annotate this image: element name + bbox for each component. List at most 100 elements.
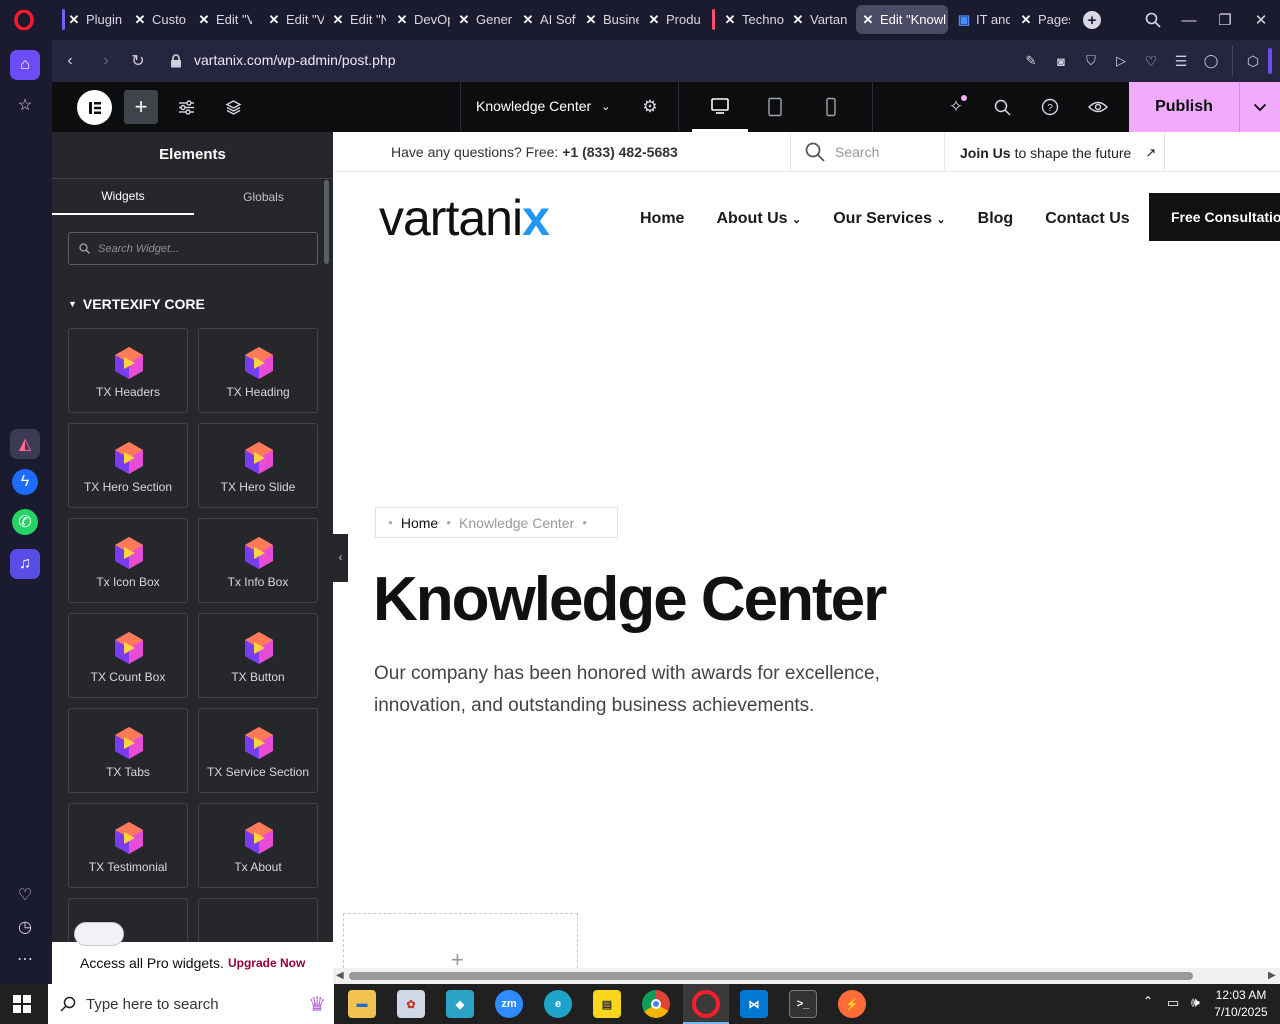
browser-tab[interactable]: ✕ Gener (452, 5, 512, 34)
widget-card[interactable]: TX Testimonial (68, 803, 188, 888)
mobile-view-icon[interactable] (819, 95, 843, 119)
extensions-cube-icon[interactable]: ⬡ (1241, 49, 1265, 73)
nav-about[interactable]: About Us ⌄ (716, 210, 801, 228)
panel-scrollbar[interactable] (324, 180, 329, 264)
site-search[interactable]: Search (805, 142, 879, 162)
notifications-rocket-icon[interactable]: ✧ (944, 95, 968, 119)
browser-tab[interactable]: ✕ Produ (642, 5, 704, 34)
structure-layers-icon[interactable] (221, 95, 245, 119)
music-player-icon[interactable]: ♫ (10, 549, 40, 579)
terminal-icon[interactable]: >_ (789, 990, 817, 1018)
start-button[interactable] (12, 994, 32, 1014)
sticky-notes-icon[interactable]: ▤ (593, 990, 621, 1018)
volume-icon[interactable]: 🕪 (1191, 994, 1200, 1011)
nav-contact[interactable]: Contact Us (1045, 210, 1129, 228)
tray-chevron-up-icon[interactable]: ⌃ (1143, 994, 1153, 1008)
nav-services[interactable]: Our Services ⌄ (833, 210, 945, 228)
document-name-dropdown[interactable]: Knowledge Center ⌄ (476, 98, 610, 114)
file-explorer-icon[interactable]: ▬ (348, 990, 376, 1018)
widget-card[interactable]: TX Hero Slide (198, 423, 318, 508)
chrome-icon[interactable] (642, 990, 670, 1018)
tab-search-icon[interactable] (1141, 8, 1165, 32)
browser-tab[interactable]: ✕ Edit "V (192, 5, 252, 34)
desktop-view-button[interactable] (692, 82, 748, 132)
forward-icon[interactable]: › (94, 49, 118, 73)
join-us-link[interactable]: Join Us to shape the future ↗ (960, 145, 1156, 161)
browser-tab[interactable]: ✕ AI Soft (516, 5, 576, 34)
edge-icon[interactable]: e (544, 990, 572, 1018)
widget-card[interactable]: TX Headers (68, 328, 188, 413)
edit-icon[interactable]: ✎ (1019, 49, 1043, 73)
history-clock-icon[interactable]: ◷ (10, 912, 40, 942)
category-header[interactable]: ▼ VERTEXIFY CORE (68, 296, 205, 312)
widget-card[interactable]: TX Count Box (68, 613, 188, 698)
nav-blog[interactable]: Blog (978, 210, 1014, 228)
breadcrumb-home[interactable]: Home (401, 515, 438, 531)
phone-number[interactable]: (833) 482-5683 (582, 144, 678, 160)
send-icon[interactable]: ▷ (1109, 49, 1133, 73)
aria-ai-icon[interactable]: ◭ (10, 429, 40, 459)
home-icon[interactable]: ⌂ (10, 50, 40, 80)
zoom-icon[interactable]: zm (495, 990, 523, 1018)
scroll-left-arrow[interactable]: ◀ (336, 968, 344, 984)
widget-card[interactable]: TX Button (198, 613, 318, 698)
heart-icon[interactable]: ♡ (1139, 49, 1163, 73)
page-settings-gear-icon[interactable]: ⚙ (638, 95, 662, 119)
reload-icon[interactable]: ↻ (126, 49, 150, 73)
whatsapp-icon[interactable]: ✆ (12, 509, 38, 535)
scrollbar-thumb[interactable] (349, 972, 1193, 980)
scroll-right-arrow[interactable]: ▶ (1268, 968, 1276, 984)
preview-eye-icon[interactable] (1086, 95, 1110, 119)
site-logo[interactable]: vartanix (379, 188, 550, 248)
url-text[interactable]: vartanix.com/wp-admin/post.php (194, 52, 396, 68)
browser-tab[interactable]: ✕ Techno (712, 5, 784, 34)
app-diamond-icon[interactable]: ◆ (446, 990, 474, 1018)
restore-button[interactable]: ❐ (1213, 8, 1237, 32)
vscode-icon[interactable]: ⋈ (740, 990, 768, 1018)
browser-tab[interactable]: ✕ Edit "N (326, 5, 386, 34)
camera-icon[interactable]: ◙ (1049, 49, 1073, 73)
widget-card[interactable]: TX Hero Section (68, 423, 188, 508)
widget-card[interactable]: Tx About (198, 803, 318, 888)
nav-home[interactable]: Home (640, 210, 684, 228)
browser-tab[interactable]: ✕ Plugin (62, 5, 122, 34)
close-window-button[interactable]: ✕ (1249, 8, 1273, 32)
browser-tab[interactable]: ✕ Busine (579, 5, 639, 34)
profile-icon[interactable]: ◯ (1199, 49, 1223, 73)
speed-dial-star-icon[interactable]: ☆ (10, 90, 40, 120)
clock[interactable]: 12:03 AM 7/10/2025 (1213, 987, 1269, 1021)
browser-tab[interactable]: ✕ Vartan (786, 5, 848, 34)
favorites-heart-icon[interactable]: ♡ (10, 880, 40, 910)
opera-logo-icon[interactable] (12, 8, 36, 32)
more-options-icon[interactable]: ⋯ (10, 944, 40, 974)
finder-search-icon[interactable] (990, 95, 1014, 119)
panel-collapse-handle[interactable]: ‹ (333, 534, 348, 582)
network-icon[interactable]: ▭ (1167, 995, 1179, 1011)
back-icon[interactable]: ‹ (58, 49, 82, 73)
tab-widgets[interactable]: Widgets (52, 179, 194, 215)
paint-app-icon[interactable]: ✿ (397, 990, 425, 1018)
add-section-plus-icon[interactable]: + (451, 947, 464, 968)
horizontal-scrollbar[interactable]: ◀ ▶ (333, 968, 1280, 984)
tab-globals[interactable]: Globals (194, 179, 333, 215)
browser-tab-active[interactable]: ✕ Edit "Knowl (856, 5, 948, 34)
messenger-icon[interactable]: ϟ (12, 469, 38, 495)
easy-setup-icon[interactable]: ☰ (1169, 49, 1193, 73)
site-settings-sliders-icon[interactable] (174, 95, 198, 119)
postman-icon[interactable]: ⚡ (838, 990, 866, 1018)
minimize-button[interactable]: — (1177, 8, 1201, 32)
widget-card[interactable]: TX Service Section (198, 708, 318, 793)
widget-card[interactable]: TX Tabs (68, 708, 188, 793)
browser-tab[interactable]: ✕ Custo (128, 5, 188, 34)
upgrade-now-link[interactable]: Upgrade Now (228, 956, 305, 970)
widget-search-input[interactable]: Search Widget... (68, 232, 318, 265)
browser-tab[interactable]: ▣ IT and (952, 5, 1010, 34)
adblock-shield-icon[interactable]: ⛉ (1079, 49, 1103, 73)
tablet-view-icon[interactable] (763, 95, 787, 119)
publish-button[interactable]: Publish (1129, 82, 1239, 132)
widget-card[interactable]: Tx Icon Box (68, 518, 188, 603)
help-icon[interactable]: ? (1038, 95, 1062, 119)
publish-options-button[interactable] (1239, 82, 1280, 132)
add-element-button[interactable]: + (124, 90, 158, 124)
browser-tab[interactable]: ✕ Edit "V (262, 5, 324, 34)
